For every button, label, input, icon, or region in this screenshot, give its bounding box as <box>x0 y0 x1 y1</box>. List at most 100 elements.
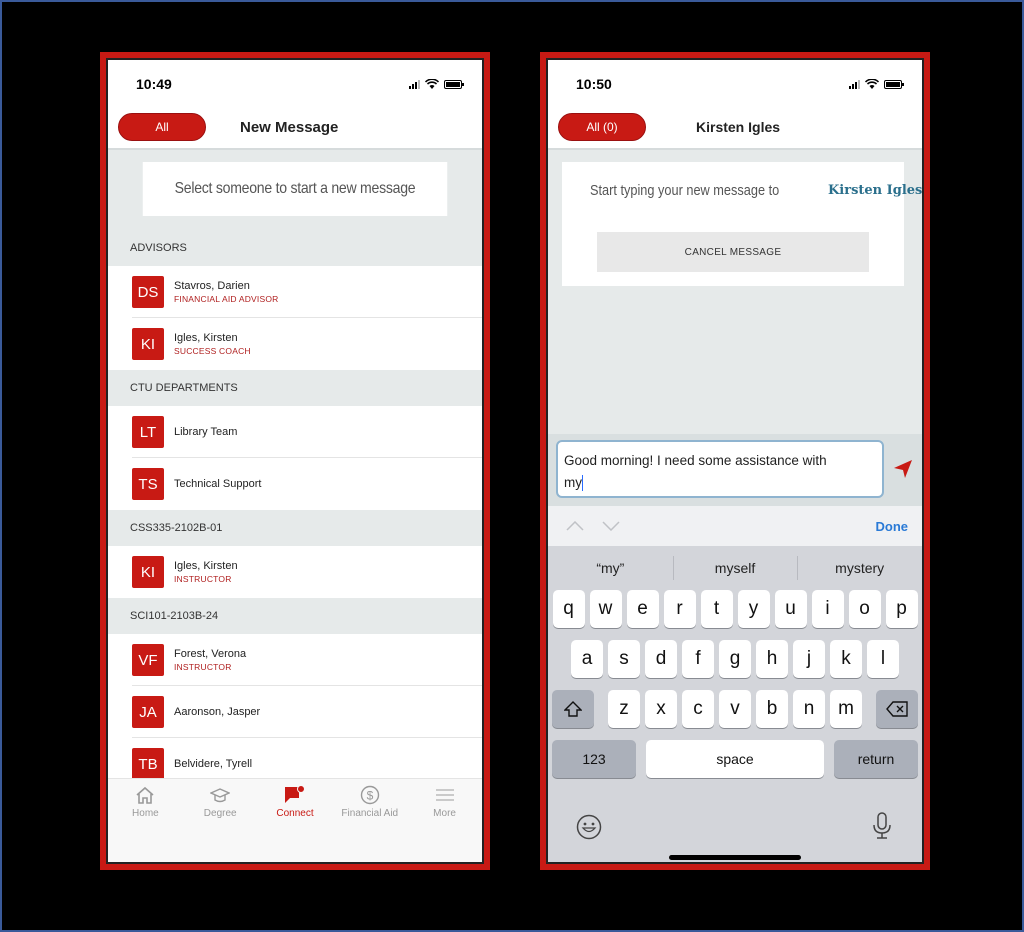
delete-key[interactable] <box>876 690 918 728</box>
contact-row[interactable]: KI Igles, Kirsten SUCCESS COACH <box>108 318 482 370</box>
key-o[interactable]: o <box>848 590 881 628</box>
graduation-cap-icon <box>209 785 231 805</box>
select-prompt: Select someone to start a new message <box>142 162 448 216</box>
predictive-suggestions: “my” myself mystery <box>548 546 922 590</box>
shift-icon <box>564 701 582 717</box>
tab-label: More <box>433 808 456 819</box>
suggestion-item[interactable]: “my” <box>548 560 673 576</box>
wifi-icon <box>865 79 879 89</box>
key-e[interactable]: e <box>626 590 659 628</box>
avatar: KI <box>132 556 164 588</box>
avatar: TB <box>132 748 164 780</box>
cellular-signal-icon <box>409 79 420 89</box>
status-time: 10:49 <box>136 76 172 92</box>
contact-row[interactable]: DS Stavros, Darien FINANCIAL AID ADVISOR <box>108 266 482 318</box>
key-f[interactable]: f <box>682 640 714 678</box>
contact-row[interactable]: VF Forest, Verona INSTRUCTOR <box>108 634 482 686</box>
contact-name: Igles, Kirsten <box>174 560 238 572</box>
done-button[interactable]: Done <box>876 519 909 534</box>
suggestion-item[interactable]: mystery <box>797 556 922 580</box>
contact-info: Library Team <box>174 426 237 438</box>
contact-role: SUCCESS COACH <box>174 346 251 356</box>
contact-list: Select someone to start a new message AD… <box>108 150 482 780</box>
key-b[interactable]: b <box>756 690 788 728</box>
key-l[interactable]: l <box>867 640 899 678</box>
tab-home[interactable]: Home <box>109 785 181 819</box>
contact-name: Igles, Kirsten <box>174 332 238 344</box>
return-key[interactable]: return <box>834 740 918 778</box>
section-header: CSS335-2102B-01 <box>108 510 482 546</box>
recipient-link[interactable]: Kirsten Igles <box>828 183 922 198</box>
key-v[interactable]: v <box>719 690 751 728</box>
contact-row[interactable]: LT Library Team <box>108 406 482 458</box>
key-c[interactable]: c <box>682 690 714 728</box>
key-y[interactable]: y <box>737 590 770 628</box>
key-k[interactable]: k <box>830 640 862 678</box>
phone-screenshot-new-message: 10:49 All New Message Select someone to … <box>100 52 490 870</box>
conversation-title: Kirsten Igles <box>696 119 781 135</box>
key-h[interactable]: h <box>756 640 788 678</box>
tab-more[interactable]: More <box>409 785 481 819</box>
key-j[interactable]: j <box>793 640 825 678</box>
key-m[interactable]: m <box>830 690 862 728</box>
chevron-up-icon[interactable] <box>566 521 584 531</box>
tab-degree[interactable]: Degree <box>184 785 256 819</box>
key-q[interactable]: q <box>552 590 585 628</box>
home-indicator <box>229 863 361 864</box>
key-a[interactable]: a <box>571 640 603 678</box>
contact-row[interactable]: TB Belvidere, Tyrell <box>108 738 482 780</box>
key-d[interactable]: d <box>645 640 677 678</box>
contact-info: Forest, Verona INSTRUCTOR <box>174 648 246 672</box>
contact-info: Stavros, Darien FINANCIAL AID ADVISOR <box>174 280 279 304</box>
contact-row[interactable]: JA Aaronson, Jasper <box>108 686 482 738</box>
suggestion-item[interactable]: myself <box>672 556 798 580</box>
avatar: JA <box>132 696 164 728</box>
cellular-signal-icon <box>849 79 860 89</box>
keyboard-bottom <box>548 802 922 862</box>
contact-row[interactable]: TS Technical Support <box>108 458 482 510</box>
nav-header: All New Message <box>108 108 482 150</box>
tab-connect[interactable]: Connect <box>259 785 331 819</box>
chevron-down-icon[interactable] <box>602 521 620 531</box>
key-u[interactable]: u <box>774 590 807 628</box>
contact-row[interactable]: KI Igles, Kirsten INSTRUCTOR <box>108 546 482 598</box>
contact-info: Belvidere, Tyrell <box>174 758 252 770</box>
key-g[interactable]: g <box>719 640 751 678</box>
home-icon <box>134 785 156 805</box>
key-w[interactable]: w <box>589 590 622 628</box>
microphone-icon[interactable] <box>872 812 892 840</box>
tab-label: Home <box>132 808 159 819</box>
cancel-message-button[interactable]: CANCEL MESSAGE <box>597 232 869 272</box>
key-z[interactable]: z <box>608 690 640 728</box>
backspace-icon <box>886 701 908 717</box>
emoji-icon[interactable] <box>576 814 602 840</box>
compose-bar: Good morning! I need some assistance wit… <box>548 434 922 506</box>
all-conversations-button[interactable]: All (0) <box>558 113 646 141</box>
chat-flag-icon <box>284 785 306 805</box>
all-filter-button[interactable]: All <box>118 113 206 141</box>
message-input[interactable]: Good morning! I need some assistance wit… <box>556 440 884 498</box>
phone-screen: 10:49 All New Message Select someone to … <box>106 58 484 864</box>
numbers-key[interactable]: 123 <box>552 740 636 778</box>
key-i[interactable]: i <box>811 590 844 628</box>
phone-screenshot-compose: 10:50 All (0) Kirsten Igles Start typing… <box>540 52 930 870</box>
status-bar: 10:49 <box>108 60 482 108</box>
shift-key[interactable] <box>552 690 594 728</box>
keyboard: “my” myself mystery qwertyuiop asdfghjkl z… <box>548 546 922 862</box>
prompt-text: Start typing your new message to <box>590 182 780 199</box>
wifi-icon <box>425 79 439 89</box>
key-s[interactable]: s <box>608 640 640 678</box>
avatar: TS <box>132 468 164 500</box>
tab-financial-aid[interactable]: $ Financial Aid <box>334 785 406 819</box>
key-n[interactable]: n <box>793 690 825 728</box>
key-r[interactable]: r <box>663 590 696 628</box>
section-header: SCI101-2103B-24 <box>108 598 482 634</box>
key-x[interactable]: x <box>645 690 677 728</box>
key-t[interactable]: t <box>700 590 733 628</box>
contact-info: Igles, Kirsten INSTRUCTOR <box>174 560 238 584</box>
avatar: LT <box>132 416 164 448</box>
status-bar: 10:50 <box>548 60 922 108</box>
send-icon[interactable] <box>892 458 914 480</box>
key-p[interactable]: p <box>885 590 918 628</box>
space-key[interactable]: space <box>646 740 824 778</box>
